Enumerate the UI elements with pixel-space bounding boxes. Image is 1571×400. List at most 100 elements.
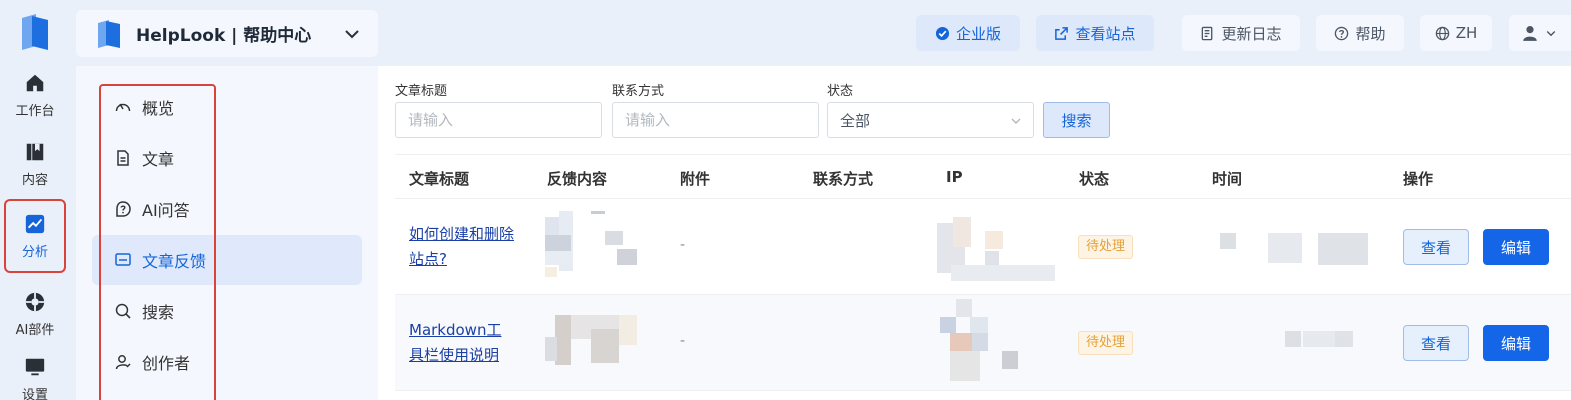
redacted-time [1285,331,1355,351]
view-site-button[interactable]: 查看站点 [1036,15,1154,51]
rail-item-settings[interactable]: 设置 [4,346,66,400]
subnav-item-ai-qa[interactable]: AI问答 [92,184,362,234]
globe-icon [1435,26,1449,40]
language-switcher[interactable]: ZH [1420,15,1492,51]
contact-filter-label: 联系方式 [612,84,665,99]
feedback-icon [115,253,131,266]
column-header: IP [946,168,963,186]
edit-button[interactable]: 编辑 [1483,325,1549,361]
article-title-line: 如何创建和删除 [409,225,515,243]
feedback-table: 文章标题 反馈内容 附件 联系方式 IP 状态 时间 操作 如何创建和删除 站点… [395,154,1571,391]
site-name: HelpLook | 帮助中心 [136,26,312,46]
subnav-item-overview[interactable]: 概览 [92,82,362,132]
contact-input[interactable] [612,102,819,138]
analytics-icon [25,214,45,233]
rail-item-analytics[interactable]: 分析 [4,199,66,273]
column-header: 状态 [1079,170,1110,188]
redacted-feedback-content [545,313,641,367]
chevron-down-icon [1546,31,1556,37]
enterprise-edition-label: 企业版 [955,24,1001,43]
article-title-input[interactable] [395,102,602,138]
document-icon [117,150,129,166]
ai-question-icon [116,201,131,217]
analytics-sub-nav: 概览 文章 AI问答 文章反馈 搜索 创作者 [76,66,378,400]
status-badge: 待处理 [1078,235,1134,259]
edit-button[interactable]: 编辑 [1483,229,1549,265]
subnav-item-label: AI问答 [142,201,190,220]
status-filter-label: 状态 [827,84,854,99]
view-button[interactable]: 查看 [1403,325,1469,361]
attachment-cell: - [680,333,686,349]
chevron-down-icon [1011,118,1021,124]
ai-widget-icon [25,292,45,311]
subnav-item-label: 搜索 [142,303,175,322]
check-circle-icon [935,26,950,40]
status-select[interactable]: 全部 [827,102,1034,138]
rail-item-content[interactable]: 内容 [4,131,66,197]
column-header: 时间 [1212,170,1243,188]
article-title-line: Markdown工 [409,321,502,339]
language-label: ZH [1455,24,1478,42]
book-icon [26,143,44,160]
helplook-logo-icon [98,19,120,48]
rail-item-label: 工作台 [15,103,55,119]
home-icon [26,74,44,91]
rail-item-ai-widget[interactable]: AI部件 [4,281,66,347]
subnav-item-articles[interactable]: 文章 [92,133,362,183]
help-circle-icon [1335,26,1349,40]
rail-item-label: AI部件 [15,322,55,338]
site-switcher[interactable]: HelpLook | 帮助中心 [76,10,378,57]
table-row: Markdown工 具栏使用说明 - 待处理 查看 编辑 [395,295,1571,391]
subnav-item-label: 创作者 [142,354,191,373]
redacted-ip [940,299,1030,385]
column-header: 操作 [1403,170,1434,188]
subnav-item-creators[interactable]: 创作者 [92,337,362,387]
rail-item-label: 分析 [21,244,48,260]
article-title-link[interactable]: 如何创建和删除 站点? [409,222,529,272]
subnav-item-label: 文章 [142,150,175,169]
article-title-link[interactable]: Markdown工 具栏使用说明 [409,318,529,368]
enterprise-edition-button[interactable]: 企业版 [916,15,1020,51]
chevron-down-icon [345,30,359,39]
subnav-item-search[interactable]: 搜索 [92,286,362,336]
article-title-line: 具栏使用说明 [409,346,500,364]
attachment-cell: - [680,237,686,253]
subnav-item-label: 文章反馈 [142,252,207,271]
rail-item-label: 设置 [21,387,48,400]
changelog-icon [1202,26,1213,40]
user-avatar-icon [1523,26,1537,41]
gauge-icon [115,103,131,112]
view-button[interactable]: 查看 [1403,229,1469,265]
redacted-time [1220,229,1370,269]
status-select-value: 全部 [840,111,871,130]
monitor-icon [25,358,45,375]
article-title-filter-label: 文章标题 [395,84,448,99]
user-menu[interactable] [1509,15,1571,51]
feedback-main: 文章标题 联系方式 状态 全部 搜索 文章标题 反馈内容 附件 联系方式 IP … [378,66,1571,400]
column-header: 附件 [680,170,711,188]
user-icon [115,355,131,370]
column-header: 文章标题 [409,170,470,188]
redacted-ip [937,217,1055,283]
status-badge: 待处理 [1078,331,1134,355]
subnav-item-label: 概览 [142,99,175,118]
article-title-line: 站点? [409,250,447,268]
subnav-item-article-feedback[interactable]: 文章反馈 [92,235,362,285]
table-header: 文章标题 反馈内容 附件 联系方式 IP 状态 时间 操作 [395,154,1571,199]
help-label: 帮助 [1355,24,1386,43]
search-icon [115,303,131,319]
rail-item-workbench[interactable]: 工作台 [4,62,66,128]
table-row: 如何创建和删除 站点? - 待处理 查看 编辑 [395,199,1571,295]
redacted-feedback-content [545,211,641,281]
view-site-label: 查看站点 [1075,24,1136,43]
changelog-label: 更新日志 [1221,24,1282,43]
changelog-button[interactable]: 更新日志 [1182,15,1300,51]
rail-item-label: 内容 [21,172,48,188]
help-button[interactable]: 帮助 [1316,15,1404,51]
helplook-logo-icon [22,14,48,50]
search-button[interactable]: 搜索 [1043,102,1110,138]
column-header: 反馈内容 [547,170,608,188]
icon-rail: 工作台 内容 分析 AI部件 设置 [0,0,70,400]
external-link-icon [1055,26,1069,40]
column-header: 联系方式 [813,170,874,188]
